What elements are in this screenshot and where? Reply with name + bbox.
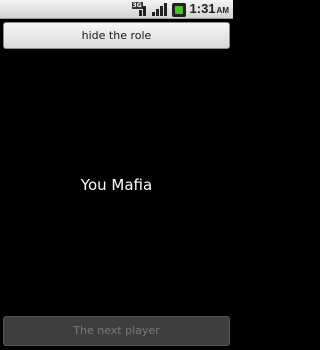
battery-icon (171, 2, 186, 17)
signal-icon (151, 3, 167, 16)
network-3g-icon: 3G (131, 2, 149, 16)
clock-ampm: AM (216, 6, 229, 15)
clock-time: 1:31 (189, 1, 216, 16)
role-text: You Mafia (80, 176, 153, 194)
clock: 1:31AM (190, 0, 229, 19)
app-screen: 3G 1:31AM hide the role You Mafia The ne… (0, 0, 233, 350)
status-icons: 3G 1:31AM (131, 0, 229, 19)
network-badge: 3G (131, 2, 143, 9)
status-bar: 3G 1:31AM (0, 0, 233, 19)
hide-role-button[interactable]: hide the role (3, 22, 230, 49)
next-player-button[interactable]: The next player (3, 316, 230, 346)
